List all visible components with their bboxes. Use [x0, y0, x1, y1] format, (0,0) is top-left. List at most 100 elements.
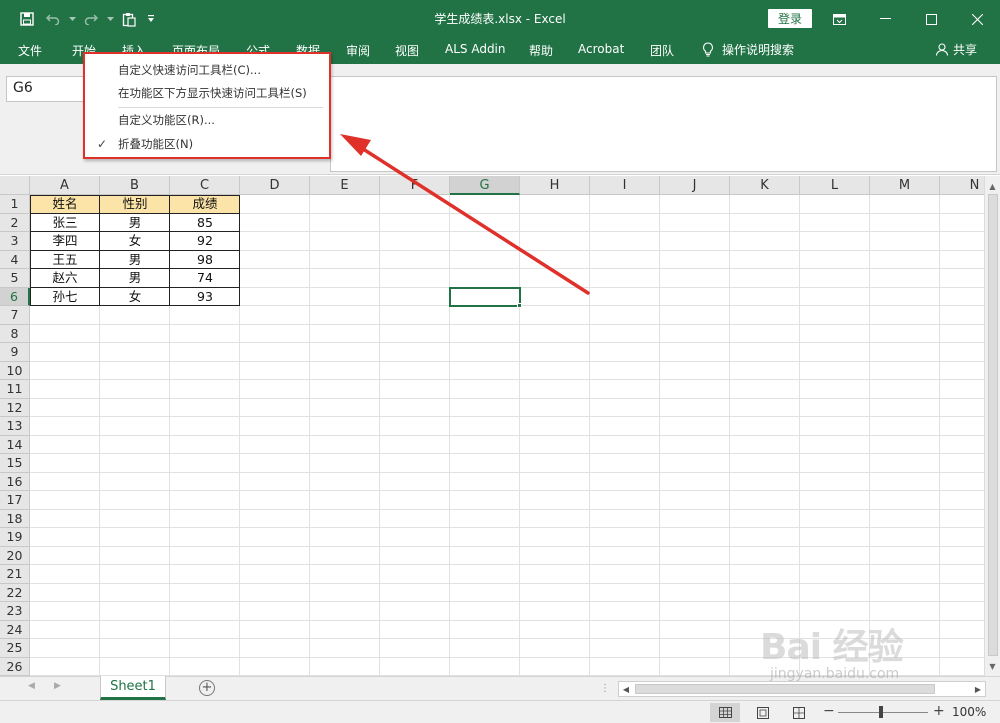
share-button[interactable]: 共享	[936, 41, 977, 58]
row-header-1[interactable]: 1	[0, 195, 30, 214]
customize-qat-button[interactable]	[142, 8, 160, 30]
scroll-down-icon[interactable]: ▼	[985, 658, 1000, 674]
close-button[interactable]	[954, 0, 1000, 38]
scroll-left-icon[interactable]: ◀	[619, 682, 633, 696]
row-header-20[interactable]: 20	[0, 546, 30, 565]
table-cell[interactable]: 98	[170, 251, 240, 270]
row-header-4[interactable]: 4	[0, 250, 30, 269]
menu-item-customize-qat[interactable]: 自定义快速访问工具栏(C)...	[85, 59, 329, 81]
horizontal-scroll-thumb[interactable]	[635, 684, 935, 694]
row-header-16[interactable]: 16	[0, 472, 30, 491]
table-cell[interactable]: 赵六	[30, 269, 100, 288]
table-cell[interactable]: 92	[170, 232, 240, 251]
paste-button[interactable]	[116, 8, 142, 30]
undo-button[interactable]	[40, 8, 66, 30]
scroll-right-icon[interactable]: ▶	[971, 682, 985, 696]
formula-input[interactable]	[330, 76, 997, 172]
sign-in-button[interactable]: 登录	[768, 9, 812, 28]
row-header-15[interactable]: 15	[0, 454, 30, 473]
name-box[interactable]: G6	[6, 76, 86, 102]
tab-help[interactable]: 帮助	[529, 42, 553, 59]
table-cell[interactable]: 男	[100, 214, 170, 233]
row-header-13[interactable]: 13	[0, 417, 30, 436]
add-sheet-button[interactable]: +	[199, 680, 215, 696]
row-header-25[interactable]: 25	[0, 639, 30, 658]
redo-dropdown-icon[interactable]	[104, 8, 116, 30]
row-header-26[interactable]: 26	[0, 657, 30, 676]
row-header-19[interactable]: 19	[0, 528, 30, 547]
table-cell[interactable]: 男	[100, 269, 170, 288]
normal-view-button[interactable]	[710, 703, 740, 722]
row-header-10[interactable]: 10	[0, 361, 30, 380]
cell-grid[interactable]: 姓名 性别 成绩 张三男 85 李四女 92 王五男 98 赵六男 74 孙七女 93	[30, 195, 984, 676]
column-header-b[interactable]: B	[100, 176, 170, 195]
row-header-22[interactable]: 22	[0, 583, 30, 602]
column-header-h[interactable]: H	[520, 176, 590, 195]
row-header-7[interactable]: 7	[0, 306, 30, 325]
column-header-d[interactable]: D	[240, 176, 310, 195]
column-header-g[interactable]: G	[450, 176, 520, 195]
row-header-21[interactable]: 21	[0, 565, 30, 584]
zoom-out-button[interactable]: −	[823, 703, 835, 719]
tab-acrobat[interactable]: Acrobat	[578, 42, 624, 56]
zoom-slider-thumb[interactable]	[879, 706, 883, 718]
row-header-9[interactable]: 9	[0, 343, 30, 362]
column-header-j[interactable]: J	[660, 176, 730, 195]
ribbon-display-options-button[interactable]	[816, 0, 862, 38]
menu-item-customize-ribbon[interactable]: 自定义功能区(R)...	[85, 109, 329, 131]
tab-team[interactable]: 团队	[650, 42, 674, 59]
column-header-k[interactable]: K	[730, 176, 800, 195]
row-header-18[interactable]: 18	[0, 509, 30, 528]
row-header-6[interactable]: 6	[0, 287, 30, 306]
row-header-2[interactable]: 2	[0, 213, 30, 232]
row-header-23[interactable]: 23	[0, 602, 30, 621]
vertical-scrollbar[interactable]: ▲ ▼	[984, 176, 1000, 676]
table-cell[interactable]: 93	[170, 288, 240, 307]
column-header-n[interactable]: N	[940, 176, 984, 195]
undo-dropdown-icon[interactable]	[66, 8, 78, 30]
minimize-button[interactable]	[862, 0, 908, 38]
table-cell[interactable]: 女	[100, 288, 170, 307]
column-header-m[interactable]: M	[870, 176, 940, 195]
column-header-f[interactable]: F	[380, 176, 450, 195]
menu-item-collapse-ribbon[interactable]: ✓ 折叠功能区(N)	[85, 133, 329, 155]
row-header-12[interactable]: 12	[0, 398, 30, 417]
maximize-button[interactable]	[908, 0, 954, 38]
table-cell[interactable]: 张三	[30, 214, 100, 233]
column-header-i[interactable]: I	[590, 176, 660, 195]
page-break-view-button[interactable]	[784, 703, 814, 722]
tab-als-addin[interactable]: ALS Addin	[445, 42, 506, 56]
table-cell[interactable]: 女	[100, 232, 170, 251]
table-cell[interactable]: 孙七	[30, 288, 100, 307]
select-all-button[interactable]	[0, 176, 30, 195]
column-header-c[interactable]: C	[170, 176, 240, 195]
table-header-cell[interactable]: 成绩	[170, 195, 240, 214]
column-header-a[interactable]: A	[30, 176, 100, 195]
row-header-14[interactable]: 14	[0, 435, 30, 454]
next-sheet-icon[interactable]: ▶	[54, 681, 61, 691]
tab-file[interactable]: 文件	[18, 42, 42, 59]
zoom-level[interactable]: 100%	[952, 705, 986, 719]
zoom-slider-track[interactable]	[838, 712, 928, 713]
table-cell[interactable]: 85	[170, 214, 240, 233]
zoom-in-button[interactable]: +	[933, 703, 945, 719]
tell-me-search[interactable]: 操作说明搜索	[702, 41, 794, 58]
save-button[interactable]	[14, 8, 40, 30]
menu-item-show-qat-below[interactable]: 在功能区下方显示快速访问工具栏(S)	[85, 82, 329, 104]
tab-split-handle[interactable]: ⋮	[600, 683, 610, 694]
active-cell[interactable]	[449, 286, 521, 307]
fill-handle[interactable]	[517, 303, 522, 308]
table-header-cell[interactable]: 姓名	[30, 195, 100, 214]
horizontal-scrollbar[interactable]: ◀ ▶	[618, 681, 986, 697]
scroll-up-icon[interactable]: ▲	[985, 178, 1000, 194]
prev-sheet-icon[interactable]: ◀	[28, 681, 35, 691]
row-header-8[interactable]: 8	[0, 324, 30, 343]
vertical-scroll-thumb[interactable]	[988, 194, 998, 656]
redo-button[interactable]	[78, 8, 104, 30]
tab-review[interactable]: 审阅	[346, 42, 370, 59]
row-header-24[interactable]: 24	[0, 620, 30, 639]
table-cell[interactable]: 男	[100, 251, 170, 270]
table-header-cell[interactable]: 性别	[100, 195, 170, 214]
row-header-11[interactable]: 11	[0, 380, 30, 399]
table-cell[interactable]: 李四	[30, 232, 100, 251]
